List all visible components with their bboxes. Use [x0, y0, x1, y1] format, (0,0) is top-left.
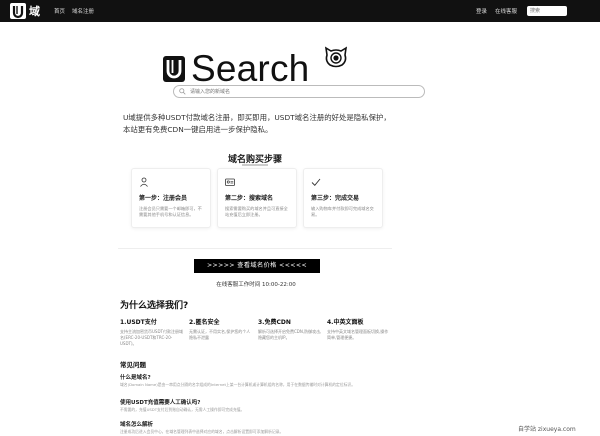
site-logo[interactable]: 域 — [10, 3, 40, 19]
step-card-desc: 输入购物车并付款即可完成域名交易。 — [311, 206, 374, 217]
step-card-title: 第二步：搜索域名 — [225, 195, 274, 202]
faq-question[interactable]: 域名怎么解析 — [120, 420, 153, 428]
faq-answer: 域名(Domain Name)是由一串用点分隔的名字组成的Internet上某一… — [120, 382, 356, 387]
faq-title: 常见问题 — [120, 361, 146, 369]
nav-search-input[interactable] — [527, 6, 567, 16]
user-icon — [140, 177, 148, 187]
logo-text: 域 — [29, 5, 40, 18]
search-icon — [179, 88, 186, 95]
section-divider — [118, 248, 392, 249]
cat-search-icon — [324, 46, 348, 68]
u-logo-icon — [10, 3, 26, 19]
nav-link-login[interactable]: 登录 — [476, 7, 487, 15]
watermark-text: 自学站 zixueya.com — [518, 426, 576, 433]
nav-link-home[interactable]: 首页 — [54, 7, 65, 15]
view-domain-prices-button[interactable]: >>>>> 查看域名价格 <<<<< — [194, 259, 320, 273]
feature-title: 1.USDT支付 — [120, 319, 157, 326]
hero-title: Search — [191, 48, 310, 89]
feature-desc: 无需认证，不用实名,保护您的个人隐私不泄露 — [189, 329, 251, 340]
feature-desc: 支持主流加密货币USDT付款注册域名(ERC-20-USDT和TRC-20-US… — [120, 329, 183, 346]
step-card-desc: 注册会员只需要一个邮箱即可，不需要其他手机号和认证信息。 — [139, 206, 202, 217]
feature-anonymous: 2.匿名安全 无需认证，不用实名,保护您的个人隐私不泄露 — [189, 317, 253, 341]
step-card-search: 第二步：搜索域名 搜索需要购买的域名并且可直接全站充值后立即注册。 — [217, 168, 297, 228]
domain-search-input[interactable] — [173, 85, 425, 98]
why-choose-us-title: 为什么选择我们? — [120, 301, 189, 311]
checkmark-icon — [311, 178, 321, 186]
feature-free-cdn: 3.免费CDN 解析可选择开启免费CDN,防御攻击,隐藏您的主机IP。 — [258, 317, 322, 341]
service-hours-text: 在线客服工作时间 10:00-22:00 — [216, 282, 296, 288]
step-card-desc: 搜索需要购买的域名并且可直接全站充值后立即注册。 — [225, 206, 288, 217]
faq-answer: 不需要的，充值USDT支付后到账自动确认，无需人工操作即可完成充值。 — [120, 407, 245, 412]
step-card-title: 第三步：完成交易 — [311, 195, 360, 202]
intro-text: U域提供多种USDT付款域名注册，即买即用，USDT域名注册的好处是隐私保护，本… — [123, 113, 391, 134]
feature-title: 2.匿名安全 — [189, 319, 220, 326]
nav-link-domain-register[interactable]: 域名注册 — [72, 7, 94, 15]
u-logo-large-icon — [163, 56, 185, 82]
steps-title-underline — [242, 164, 268, 166]
step-card-register: 第一步：注册会员 注册会员只需要一个邮箱即可，不需要其他手机号和认证信息。 — [131, 168, 211, 228]
feature-usdt-payment: 1.USDT支付 支持主流加密货币USDT付款注册域名(ERC-20-USDT和… — [120, 317, 184, 347]
feature-desc: 解析可选择开启免费CDN,防御攻击,隐藏您的主机IP。 — [258, 329, 322, 340]
step-card-title: 第一步：注册会员 — [139, 195, 188, 202]
nav-link-online-service[interactable]: 在线客服 — [495, 7, 517, 15]
step-card-complete: 第三步：完成交易 输入购物车并付款即可完成域名交易。 — [303, 168, 383, 228]
feature-title: 3.免费CDN — [258, 319, 291, 326]
id-card-icon — [225, 178, 235, 186]
top-nav-bar: 域 首页 域名注册 登录 在线客服 — [0, 0, 600, 22]
faq-question[interactable]: 什么是域名? — [120, 373, 151, 381]
feature-desc: 支持中英文域名管理面板切换,操作简单,管理便捷。 — [327, 329, 389, 340]
feature-bilingual-panel: 4.中英文面板 支持中英文域名管理面板切换,操作简单,管理便捷。 — [327, 317, 391, 341]
hero-logo: Search — [163, 48, 309, 90]
faq-answer: 注册成功后进入会员中心，在域名管理列表中选择对应的域名，点击解析设置即可添加解析… — [120, 429, 284, 434]
feature-title: 4.中英文面板 — [327, 319, 364, 326]
faq-question[interactable]: 使用USDT充值需要人工确认吗? — [120, 398, 200, 406]
